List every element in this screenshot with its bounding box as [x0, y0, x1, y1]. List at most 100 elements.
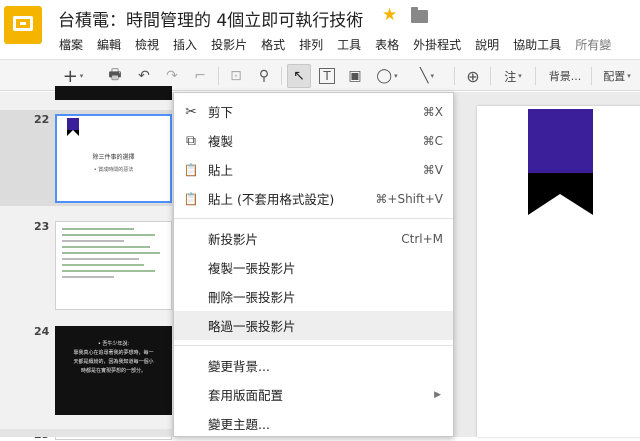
- toolbar-divider: [454, 67, 455, 85]
- skip-slide-menu-item[interactable]: 略過一張投影片: [174, 311, 453, 340]
- zoom-fit-button[interactable]: ⊡: [225, 64, 247, 88]
- menu-item-shortcut: ⌘+Shift+V: [375, 191, 443, 206]
- chevron-down-icon: ▾: [394, 72, 398, 80]
- menu-edit[interactable]: 編輯: [90, 36, 128, 54]
- slide-number: 23: [34, 220, 50, 233]
- slide-thumbnail[interactable]: • 吾牛少年說: 靠我真心在追尋著我的夢想時，每一 天都是繽紛的，因為我知道每一…: [55, 326, 172, 415]
- textbox-icon: T: [319, 68, 335, 84]
- background-button[interactable]: 背景...: [543, 64, 587, 88]
- undo-icon: ↶: [138, 68, 150, 84]
- copy-icon: ⧉: [186, 132, 196, 149]
- menu-slide[interactable]: 投影片: [204, 36, 254, 54]
- all-changes-saved-link[interactable]: 所有變: [568, 36, 618, 54]
- paste-without-formatting-menu-item[interactable]: 📋 貼上 (不套用格式設定) ⌘+Shift+V: [174, 184, 453, 213]
- slide-thumbnail[interactable]: [55, 221, 172, 310]
- filmstrip-scrollbar[interactable]: [0, 429, 172, 437]
- menu-item-shortcut: ⌘V: [422, 162, 443, 177]
- bookmark-ribbon: [67, 118, 79, 140]
- paint-format-button[interactable]: ⌐: [189, 64, 211, 88]
- select-tool-button[interactable]: ↖: [287, 64, 311, 88]
- redo-icon: ↷: [166, 68, 178, 84]
- bookmark-ribbon-purple[interactable]: [528, 109, 593, 173]
- menu-table[interactable]: 表格: [368, 36, 406, 54]
- menu-tools[interactable]: 工具: [330, 36, 368, 54]
- print-icon: 🖶: [108, 67, 122, 83]
- current-slide[interactable]: [477, 106, 640, 437]
- menu-item-label: 剪下: [208, 105, 234, 120]
- add-comment-icon: ⊕: [466, 66, 480, 86]
- cursor-icon: ↖: [293, 68, 305, 84]
- slide-thumbnail[interactable]: [55, 86, 172, 100]
- bookmark-ribbon-notch: [528, 194, 593, 215]
- apply-layout-menu-item[interactable]: 套用版面配置 ▶: [174, 380, 453, 409]
- menu-item-label: 複製: [208, 134, 234, 149]
- menu-item-shortcut: ⌘C: [422, 133, 443, 148]
- textbox-button[interactable]: T: [316, 64, 338, 88]
- star-icon[interactable]: ★: [382, 5, 397, 25]
- zoom-fit-icon: ⊡: [230, 68, 242, 84]
- undo-button[interactable]: ↶: [133, 64, 155, 88]
- image-icon: ▣: [348, 68, 362, 84]
- comment-button[interactable]: ⊕: [462, 64, 484, 88]
- menu-item-label: 貼上: [208, 163, 234, 178]
- thumbnail-text: • 吾牛少年說: 靠我真心在追尋著我的夢想時，每一 天都是繽紛的，因為我知道每一…: [73, 341, 154, 374]
- chevron-down-icon: ▾: [79, 72, 84, 80]
- document-title[interactable]: 台積電：時間管理的 4個立即可執行技術: [58, 6, 363, 31]
- clipboard-plain-icon: 📋: [183, 191, 199, 206]
- menu-item-label: 新投影片: [208, 232, 259, 247]
- cut-menu-item[interactable]: ✂ 剪下 ⌘X: [174, 97, 453, 126]
- menu-item-label: 複製一張投影片: [208, 261, 296, 276]
- folder-icon[interactable]: [411, 7, 428, 23]
- note-button[interactable]: 注 ▾: [497, 64, 529, 88]
- note-label: 注: [504, 69, 517, 84]
- change-theme-menu-item[interactable]: 變更主題...: [174, 409, 453, 438]
- background-label: 背景...: [548, 70, 582, 83]
- slide-number: 22: [34, 113, 50, 126]
- paste-menu-item[interactable]: 📋 貼上 ⌘V: [174, 155, 453, 184]
- context-menu: ✂ 剪下 ⌘X ⧉ 複製 ⌘C 📋 貼上 ⌘V 📋 貼上 (不套用格式設定) ⌘…: [173, 92, 454, 437]
- menu-insert[interactable]: 插入: [166, 36, 204, 54]
- copy-menu-item[interactable]: ⧉ 複製 ⌘C: [174, 126, 453, 155]
- line-button[interactable]: ╲ ▾: [412, 64, 442, 88]
- app-header: 台積電：時間管理的 4個立即可執行技術 ★ 檔案 編輯 檢視 插入 投影片 格式…: [0, 0, 640, 58]
- zoom-button[interactable]: ⚲: [253, 64, 275, 88]
- thumbnail-text-lines: [62, 228, 165, 282]
- print-button[interactable]: 🖶: [104, 64, 126, 88]
- redo-button[interactable]: ↷: [161, 64, 183, 88]
- menu-help[interactable]: 說明: [468, 36, 506, 54]
- menu-item-shortcut: ⌘X: [422, 104, 443, 119]
- thumbnail-subtitle: • 賞成時間的惡法: [93, 167, 134, 173]
- slide-filmstrip[interactable]: 22 除三件事的選擇 • 賞成時間的惡法 23 24 • 吾牛少年說: 靠我真心…: [0, 86, 172, 441]
- bookmark-ribbon-black[interactable]: [528, 173, 593, 194]
- thumbnail-title: 除三件事的選擇: [92, 154, 135, 161]
- change-background-menu-item[interactable]: 變更背景...: [174, 351, 453, 380]
- slides-logo-icon[interactable]: [4, 6, 42, 44]
- toolbar-divider: [591, 67, 592, 85]
- toolbar-divider: [218, 67, 219, 85]
- menu-divider: [174, 345, 453, 346]
- duplicate-slide-menu-item[interactable]: 複製一張投影片: [174, 253, 453, 282]
- menu-accessibility[interactable]: 協助工具: [506, 36, 568, 54]
- menu-bar: 檔案 編輯 檢視 插入 投影片 格式 排列 工具 表格 外掛程式 說明 協助工具…: [52, 36, 618, 54]
- layout-label: 配置: [603, 70, 626, 83]
- menu-file[interactable]: 檔案: [52, 36, 90, 54]
- slide-thumbnail-selected[interactable]: 除三件事的選擇 • 賞成時間的惡法: [55, 114, 172, 203]
- menu-addons[interactable]: 外掛程式: [406, 36, 468, 54]
- new-slide-button[interactable]: + ▾: [58, 64, 88, 88]
- scissors-icon: ✂: [185, 103, 197, 120]
- delete-slide-menu-item[interactable]: 刪除一張投影片: [174, 282, 453, 311]
- menu-item-label: 略過一張投影片: [208, 319, 296, 334]
- chevron-down-icon: ▾: [518, 72, 522, 80]
- chevron-down-icon: ▾: [430, 72, 434, 80]
- menu-item-label: 刪除一張投影片: [208, 290, 296, 305]
- shape-button[interactable]: ◯ ▾: [372, 64, 402, 88]
- layout-button[interactable]: 配置 ▾: [597, 64, 637, 88]
- new-slide-menu-item[interactable]: 新投影片 Ctrl+M: [174, 224, 453, 253]
- clipboard-icon: 📋: [183, 162, 199, 177]
- zoom-icon: ⚲: [258, 68, 270, 84]
- menu-format[interactable]: 格式: [254, 36, 292, 54]
- menu-view[interactable]: 檢視: [128, 36, 166, 54]
- image-button[interactable]: ▣: [344, 64, 366, 88]
- menu-arrange[interactable]: 排列: [292, 36, 330, 54]
- chevron-down-icon: ▾: [627, 72, 631, 80]
